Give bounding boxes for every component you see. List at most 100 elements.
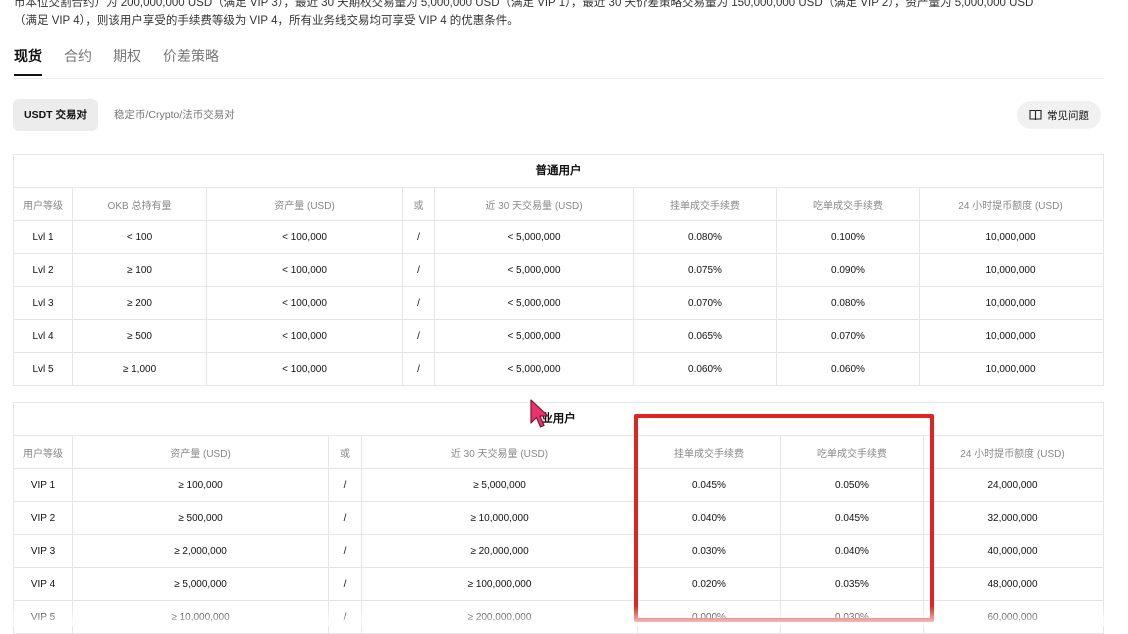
regular-column-header: 或	[403, 188, 435, 220]
regular-cell: 0.080%	[634, 221, 777, 253]
mouse-cursor-icon	[529, 399, 551, 434]
regular-cell: 0.080%	[777, 287, 920, 319]
regular-column-header: 吃单成交手续费	[777, 188, 920, 220]
vip-cell: /	[329, 535, 362, 567]
vip-cell: VIP 3	[14, 535, 73, 567]
vip-cell: ≥ 100,000	[73, 469, 329, 501]
vip-cell: ≥ 5,000,000	[362, 469, 638, 501]
regular-cell: < 100	[73, 221, 207, 253]
regular-cell: /	[403, 254, 435, 286]
vip-cell: VIP 2	[14, 502, 73, 534]
regular-cell: < 5,000,000	[435, 287, 634, 319]
regular-table-row: Lvl 2 ≥ 100 < 100,000/< 5,000,000 0.075% 0.0…	[14, 254, 1103, 287]
vip-table-row: VIP 2 ≥ 500,000/≥ 10,000,000 0.040% 0.045% 3…	[14, 502, 1103, 535]
regular-cell: Lvl 2	[14, 254, 73, 286]
regular-cell: < 100,000	[207, 254, 403, 286]
regular-fee-table: 普通用户 用户等级 OKB 总持有量 资产量 (USD) 或近 30 天交易量 (US…	[13, 154, 1104, 386]
vip-cell: /	[329, 502, 362, 534]
segment-stable-crypto-fiat[interactable]: 稳定币/Crypto/法币交易对	[103, 99, 246, 131]
vip-cell: /	[329, 469, 362, 501]
vip-table-row: VIP 3 ≥ 2,000,000/≥ 20,000,000 0.030% 0.040…	[14, 535, 1103, 568]
vip-cell: 48,000,000	[987, 578, 1038, 590]
regular-cell: Lvl 1	[14, 221, 73, 253]
regular-cell: /	[403, 353, 435, 385]
faq-button[interactable]: 常见问题	[1017, 101, 1101, 129]
vip-table-title: 业用户	[14, 403, 1103, 436]
tab-spot[interactable]: 现货	[14, 46, 42, 76]
regular-cell: 10,000,000	[985, 330, 1036, 342]
faq-label: 常见问题	[1047, 109, 1089, 122]
regular-cell: 10,000,000	[985, 297, 1036, 309]
regular-cell: 10,000,000	[985, 231, 1036, 243]
regular-table-row: Lvl 3 ≥ 200 < 100,000/< 5,000,000 0.070% 0.0…	[14, 287, 1103, 320]
vip-column-header: 资产量 (USD)	[73, 436, 329, 468]
intro-text: 币本位交割合约）为 200,000,000 USD（满足 VIP 3），最近 3…	[14, 0, 1109, 30]
regular-cell: /	[403, 320, 435, 352]
regular-column-header: 用户等级	[14, 188, 73, 220]
regular-cell: 0.070%	[777, 320, 920, 352]
regular-cell: < 5,000,000	[435, 221, 634, 253]
vip-cell: ≥ 20,000,000	[362, 535, 638, 567]
regular-cell: 10,000,000	[985, 264, 1036, 276]
segment-usdt-pairs[interactable]: USDT 交易对	[13, 99, 98, 131]
vip-cell: /	[329, 568, 362, 600]
regular-cell: /	[403, 221, 435, 253]
vip-column-header: 24 小时提币额度 (USD)	[960, 448, 1065, 460]
tab-spread[interactable]: 价差策略	[163, 46, 219, 74]
regular-column-header: 资产量 (USD)	[207, 188, 403, 220]
vip-cell: 32,000,000	[987, 512, 1038, 524]
regular-cell: < 100,000	[207, 320, 403, 352]
intro-line-1: 币本位交割合约）为 200,000,000 USD（满足 VIP 3），最近 3…	[14, 0, 1034, 9]
vip-cell: ≥ 100,000,000	[362, 568, 638, 600]
vip-cell: VIP 4	[14, 568, 73, 600]
tab-futures[interactable]: 合约	[64, 46, 92, 74]
regular-cell: Lvl 5	[14, 353, 73, 385]
regular-column-header: 挂单成交手续费	[634, 188, 777, 220]
tab-options[interactable]: 期权	[113, 46, 141, 74]
vip-table-row: VIP 1 ≥ 100,000/≥ 5,000,000 0.045% 0.050% 24…	[14, 469, 1103, 502]
vip-cell: 24,000,000	[987, 479, 1038, 491]
regular-cell: 0.060%	[634, 353, 777, 385]
regular-table-title: 普通用户	[14, 155, 1103, 188]
regular-cell: < 5,000,000	[435, 320, 634, 352]
vip-cell: VIP 1	[14, 469, 73, 501]
vip-cell: ≥ 10,000,000	[362, 502, 638, 534]
regular-cell: < 100,000	[207, 287, 403, 319]
regular-table-row: Lvl 4 ≥ 500 < 100,000/< 5,000,000 0.065% 0.0…	[14, 320, 1103, 353]
regular-column-header: OKB 总持有量	[73, 188, 207, 220]
regular-cell: 10,000,000	[985, 363, 1036, 375]
vip-table-row: VIP 4 ≥ 5,000,000/≥ 100,000,000 0.020% 0.03…	[14, 568, 1103, 601]
regular-header-row: 用户等级 OKB 总持有量 资产量 (USD) 或近 30 天交易量 (USD) 挂单成…	[14, 188, 1103, 221]
vip-column-header: 用户等级	[14, 436, 73, 468]
regular-cell: Lvl 4	[14, 320, 73, 352]
regular-cell: 0.100%	[777, 221, 920, 253]
vip-cell: ≥ 500,000	[73, 502, 329, 534]
vip-fee-table: 业用户 用户等级 资产量 (USD) 或近 30 天交易量 (USD) 挂单成交手续费…	[13, 402, 1104, 634]
regular-cell: ≥ 1,000	[73, 353, 207, 385]
regular-cell: < 5,000,000	[435, 353, 634, 385]
regular-cell: ≥ 500	[73, 320, 207, 352]
regular-cell: 0.090%	[777, 254, 920, 286]
intro-line-2: （满足 VIP 4），则该用户享受的手续费等级为 VIP 4，所有业务线交易均可…	[14, 15, 519, 27]
regular-cell: < 100,000	[207, 221, 403, 253]
vip-cell: 40,000,000	[987, 545, 1038, 557]
regular-cell: 0.070%	[634, 287, 777, 319]
vip-cell: ≥ 5,000,000	[73, 568, 329, 600]
regular-cell: /	[403, 287, 435, 319]
regular-cell: 0.060%	[777, 353, 920, 385]
regular-column-header: 近 30 天交易量 (USD)	[435, 188, 634, 220]
product-tabs: 现货 合约 期权 价差策略	[14, 46, 1104, 79]
bottom-fade	[0, 606, 1128, 626]
vip-column-header: 或	[329, 436, 362, 468]
book-icon	[1029, 109, 1042, 121]
regular-table-row: Lvl 1 < 100 < 100,000/< 5,000,000 0.080% 0.1…	[14, 221, 1103, 254]
regular-cell: < 100,000	[207, 353, 403, 385]
regular-cell: < 5,000,000	[435, 254, 634, 286]
regular-cell: ≥ 100	[73, 254, 207, 286]
red-highlight-box	[634, 414, 934, 622]
regular-cell: Lvl 3	[14, 287, 73, 319]
vip-cell: ≥ 2,000,000	[73, 535, 329, 567]
regular-cell: ≥ 200	[73, 287, 207, 319]
regular-cell: 0.065%	[634, 320, 777, 352]
regular-cell: 0.075%	[634, 254, 777, 286]
